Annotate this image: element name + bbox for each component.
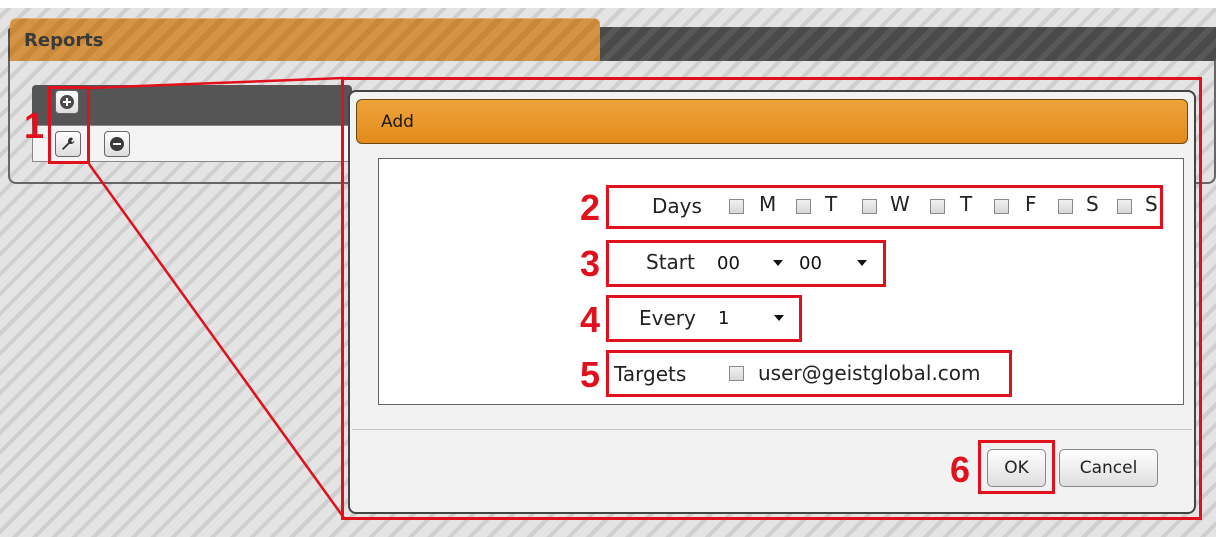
day-checkbox-thursday[interactable] [930, 199, 945, 214]
ok-button[interactable]: OK [987, 449, 1046, 487]
remove-report-button[interactable] [104, 131, 130, 157]
days-label: Days [652, 194, 702, 218]
dialog-header: Add [356, 99, 1188, 144]
day-checkbox-tuesday[interactable] [796, 199, 811, 214]
start-label: Start [646, 250, 695, 274]
target-email-label: user@geistglobal.com [758, 361, 981, 385]
targets-label: Targets [614, 362, 687, 386]
annotation-number-3: 3 [580, 243, 601, 284]
day-label-tuesday: T [825, 192, 838, 216]
annotation-box-1 [48, 86, 90, 164]
day-checkbox-monday[interactable] [729, 199, 744, 214]
every-select[interactable]: 1 [714, 303, 792, 333]
start-hour-value: 00 [717, 252, 740, 274]
chevron-down-icon [773, 260, 783, 266]
chevron-down-icon [774, 315, 784, 321]
reports-tab[interactable]: Reports [10, 18, 600, 61]
start-minute-value: 00 [799, 252, 822, 274]
day-checkbox-sunday[interactable] [1117, 199, 1132, 214]
annotation-number-5: 5 [580, 354, 601, 395]
annotation-number-4: 4 [580, 299, 601, 340]
every-label: Every [639, 306, 696, 330]
day-label-saturday: S [1086, 192, 1099, 216]
day-label-monday: M [759, 192, 777, 216]
minus-circle-icon [110, 137, 124, 151]
every-value: 1 [718, 307, 730, 329]
annotation-number-1: 1 [24, 105, 45, 146]
annotation-number-6: 6 [950, 449, 971, 490]
ok-button-label: OK [1004, 458, 1029, 478]
day-checkbox-friday[interactable] [994, 199, 1009, 214]
start-hour-select[interactable]: 00 [713, 248, 791, 278]
day-checkbox-wednesday[interactable] [862, 199, 877, 214]
top-strip [0, 0, 1216, 8]
cancel-button[interactable]: Cancel [1059, 449, 1158, 487]
annotation-number-2: 2 [580, 187, 601, 228]
day-label-thursday: T [960, 192, 973, 216]
dialog-title: Add [381, 112, 414, 132]
chevron-down-icon [857, 260, 867, 266]
target-checkbox[interactable] [729, 366, 744, 381]
day-label-wednesday: W [890, 192, 910, 216]
day-label-friday: F [1025, 192, 1037, 216]
day-checkbox-saturday[interactable] [1058, 199, 1073, 214]
dialog-divider [352, 429, 1192, 430]
cancel-button-label: Cancel [1079, 458, 1138, 478]
reports-tab-label: Reports [24, 30, 104, 51]
day-label-sunday: S [1145, 192, 1158, 216]
start-minute-select[interactable]: 00 [795, 248, 875, 278]
